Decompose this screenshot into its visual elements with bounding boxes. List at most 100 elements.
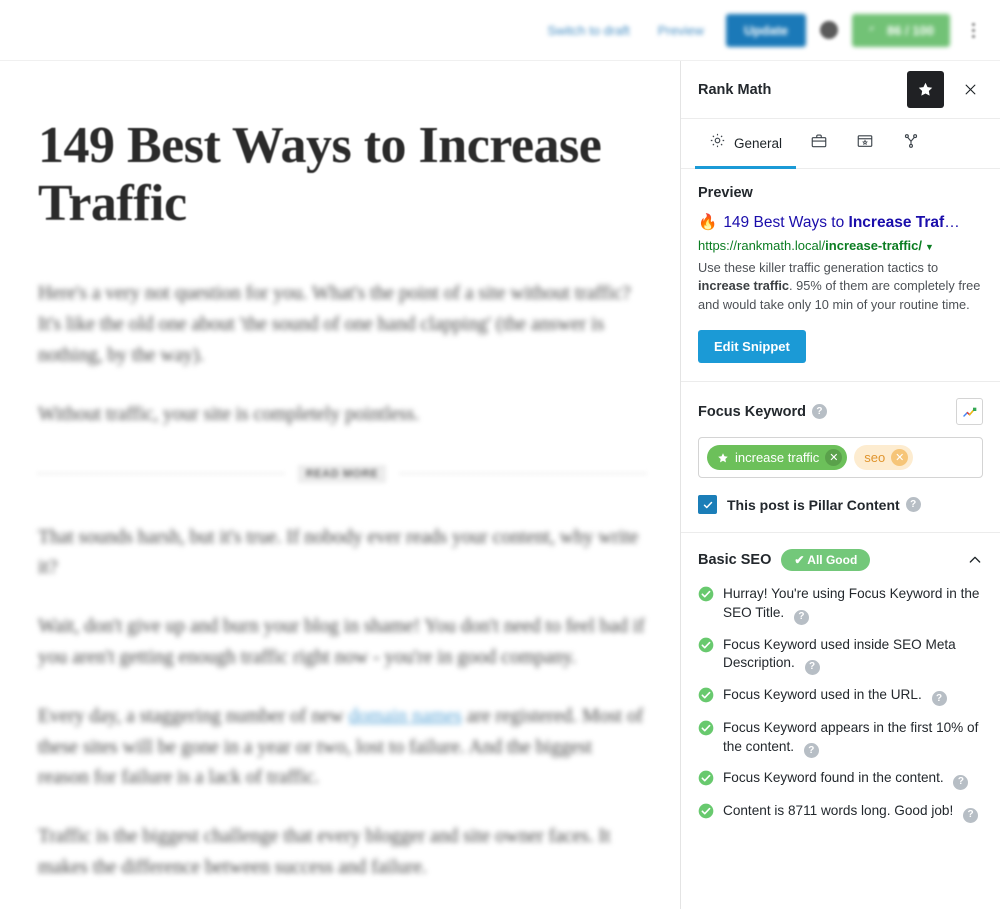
help-icon[interactable]: ? — [905, 497, 921, 513]
sidebar-title: Rank Math — [698, 81, 772, 98]
paragraph-block[interactable]: Traffic is the biggest challenge that ev… — [38, 822, 646, 884]
tab-advanced[interactable] — [796, 120, 842, 169]
snippet-title-ellipsis: … — [944, 214, 960, 231]
check-circle-icon — [698, 803, 714, 824]
snippet-desc-part1: Use these killer traffic generation tact… — [698, 259, 939, 275]
check-circle-icon — [698, 586, 714, 607]
pillar-content-row[interactable]: This post is Pillar Content ? — [698, 495, 983, 515]
divider-line-left — [38, 473, 284, 475]
list-item: Focus Keyword used inside SEO Meta Descr… — [698, 636, 983, 675]
briefcase-icon — [810, 132, 828, 155]
google-trends-icon[interactable] — [956, 398, 983, 426]
check-circle-icon — [698, 720, 714, 741]
tab-general[interactable]: General — [695, 120, 797, 169]
snippet-title[interactable]: 🔥 149 Best Ways to Increase Traf… — [698, 213, 983, 233]
help-icon[interactable]: ? — [793, 609, 809, 625]
remove-keyword-icon[interactable]: ✕ — [891, 449, 909, 467]
seo-score-button[interactable]: 86 / 100 — [852, 13, 950, 47]
focus-keyword-input[interactable]: increase traffic ✕ seo ✕ — [698, 437, 983, 479]
list-item: Focus Keyword found in the content. ? — [698, 769, 983, 791]
pillar-content-checkbox[interactable] — [698, 495, 717, 515]
editor-body: 149 Best Ways to Increase Traffic Here's… — [0, 61, 1000, 909]
sidebar-header: Rank Math — [681, 61, 1000, 119]
keyword-tag-label: seo — [864, 450, 886, 466]
check-icon — [703, 501, 712, 509]
snippet-preview-section: Preview 🔥 149 Best Ways to Increase Traf… — [681, 169, 1000, 383]
chevron-up-icon[interactable] — [967, 552, 983, 568]
pillar-content-label: This post is Pillar Content ? — [727, 497, 921, 513]
list-item-label: Focus Keyword used in the URL. ? — [723, 686, 947, 707]
tab-schema[interactable] — [888, 120, 934, 169]
help-icon[interactable]: ? — [811, 404, 827, 420]
list-item: Content is 8711 words long. Good job! ? — [698, 802, 983, 824]
basic-seo-header[interactable]: Basic SEO ✔ All Good — [698, 549, 983, 572]
rank-math-sidebar: Rank Math General Preview 🔥 149 Best Way… — [680, 61, 1000, 909]
tab-general-label: General — [734, 135, 783, 151]
remove-keyword-icon[interactable]: ✕ — [825, 449, 843, 467]
tab-social[interactable] — [842, 120, 888, 169]
basic-seo-section: Basic SEO ✔ All Good Hurray! You're usin… — [681, 533, 1000, 842]
seo-check-list: Hurray! You're using Focus Keyword in th… — [698, 585, 983, 824]
share-nodes-icon — [902, 132, 920, 155]
preview-heading: Preview — [698, 185, 753, 201]
read-more-label: READ MORE — [297, 464, 387, 483]
switch-to-draft-button[interactable]: Switch to draft — [533, 23, 643, 38]
snippet-description: Use these killer traffic generation tact… — [698, 259, 983, 315]
keyword-tag-label: increase traffic — [735, 450, 820, 466]
close-icon[interactable] — [956, 76, 984, 104]
paragraph-block[interactable]: Wait, don't give up and burn your blog i… — [38, 612, 646, 674]
edit-snippet-button[interactable]: Edit Snippet — [698, 330, 806, 364]
snippet-title-keyword: Increase Traf — [848, 214, 945, 231]
status-badge: ✔ All Good — [781, 549, 871, 572]
focus-keyword-heading: Focus Keyword — [698, 403, 806, 420]
seo-score-value: 86 / 100 — [887, 22, 934, 38]
pillar-content-text: This post is Pillar Content — [727, 496, 900, 513]
sidebar-scroll-area: Preview 🔥 149 Best Ways to Increase Traf… — [681, 169, 1000, 909]
keyword-tag-primary[interactable]: increase traffic ✕ — [707, 445, 848, 471]
read-more-block[interactable]: READ MORE — [38, 464, 646, 483]
snippet-title-plain: 149 Best Ways to — [723, 214, 849, 231]
paragraph-block-with-link[interactable]: Every day, a staggering number of new do… — [38, 702, 646, 794]
help-icon[interactable]: ? — [803, 743, 819, 759]
help-icon[interactable]: ? — [931, 691, 947, 707]
list-item-label: Focus Keyword appears in the first 10% o… — [723, 719, 983, 759]
list-item: Hurray! You're using Focus Keyword in th… — [698, 585, 983, 625]
post-content-area[interactable]: 149 Best Ways to Increase Traffic Here's… — [0, 61, 680, 909]
list-item: Focus Keyword appears in the first 10% o… — [698, 719, 983, 759]
gear-icon — [709, 132, 726, 154]
snippet-url[interactable]: https://rankmath.local/increase-traffic/… — [698, 237, 983, 255]
top-toolbar: Switch to draft Preview Update 86 / 100 — [0, 0, 1000, 61]
settings-dot-icon[interactable] — [820, 21, 838, 39]
paragraph-text-before: Every day, a staggering number of new — [38, 705, 349, 727]
list-item-label: Focus Keyword found in the content. ? — [723, 769, 969, 790]
snippet-url-base: https://rankmath.local/ — [698, 238, 826, 254]
paragraph-block[interactable]: That sounds harsh, but it's true. If nob… — [38, 523, 646, 585]
basic-seo-heading: Basic SEO — [698, 552, 772, 569]
more-options-button[interactable] — [958, 15, 988, 45]
check-circle-icon — [698, 770, 714, 791]
domain-names-link[interactable]: domain names — [349, 706, 462, 727]
editor-window: Switch to draft Preview Update 86 / 100 … — [0, 0, 1000, 909]
update-button[interactable]: Update — [725, 13, 806, 47]
chevron-down-icon[interactable]: ▼ — [925, 242, 934, 252]
star-icon[interactable] — [907, 71, 944, 108]
list-item-label: Content is 8711 words long. Good job! ? — [723, 802, 979, 823]
check-circle-icon — [698, 687, 714, 708]
list-item: Focus Keyword used in the URL. ? — [698, 686, 983, 708]
help-icon[interactable]: ? — [953, 774, 969, 790]
paragraph-block[interactable]: Without traffic, your site is completely… — [38, 400, 646, 431]
list-item-label: Hurray! You're using Focus Keyword in th… — [723, 585, 983, 625]
post-title[interactable]: 149 Best Ways to Increase Traffic — [38, 117, 646, 233]
star-icon — [718, 453, 728, 463]
paragraph-block[interactable]: Here's a very not question for you. What… — [38, 279, 646, 371]
sidebar-tabs: General — [681, 119, 1000, 169]
snippet-url-slug: increase-traffic/ — [825, 238, 922, 254]
snippet-desc-keyword: increase traffic — [698, 278, 790, 294]
list-item-label: Focus Keyword used inside SEO Meta Descr… — [723, 636, 983, 675]
keyword-tag-secondary[interactable]: seo ✕ — [854, 445, 914, 471]
preview-button[interactable]: Preview — [644, 23, 718, 38]
help-icon[interactable]: ? — [963, 807, 979, 823]
divider-line-right — [400, 473, 646, 475]
gauge-icon — [869, 26, 874, 30]
help-icon[interactable]: ? — [804, 659, 820, 675]
